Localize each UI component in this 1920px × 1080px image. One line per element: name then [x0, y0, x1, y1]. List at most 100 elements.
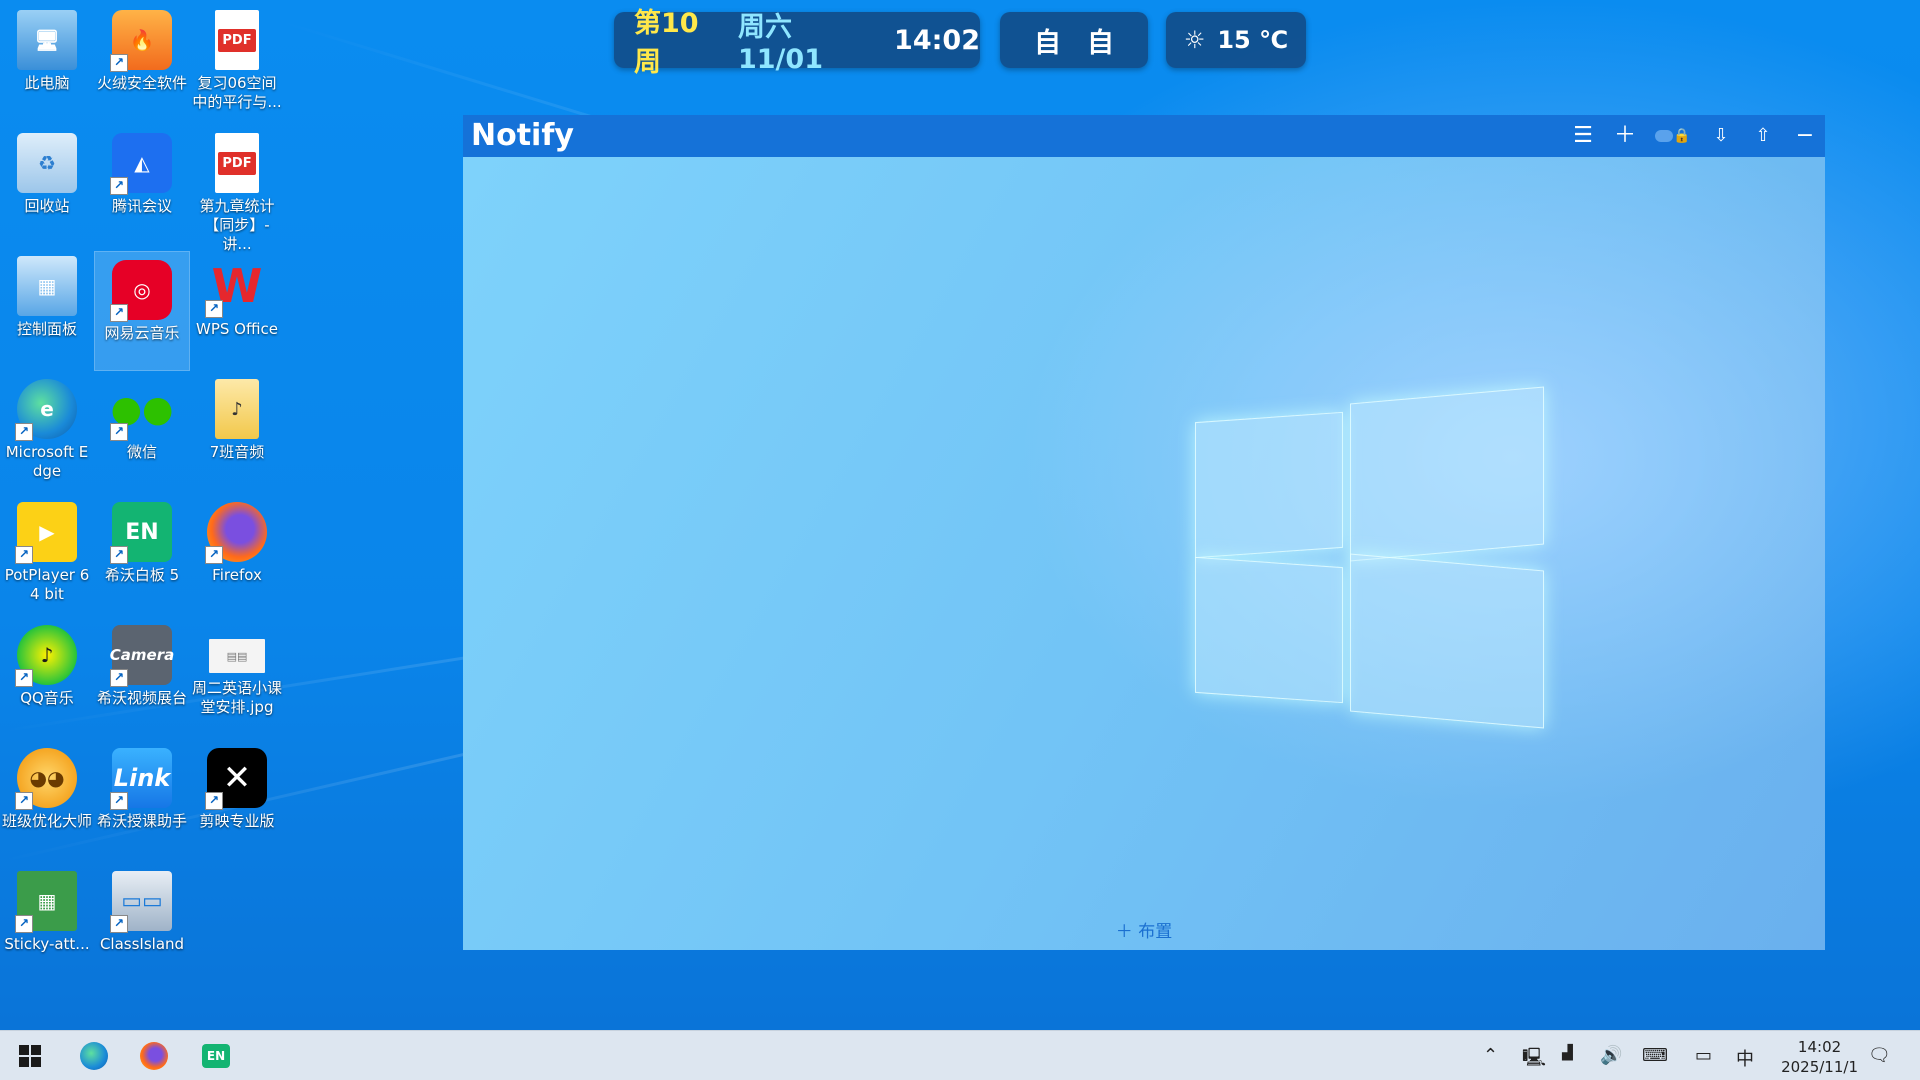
export-icon[interactable]: ⇧ — [1749, 122, 1777, 150]
desktop-icon-classisland[interactable]: ▭▭ ↗ ClassIsland — [95, 863, 189, 981]
desktop-icon-label: 回收站 — [24, 197, 70, 215]
taskbar-firefox[interactable] — [134, 1038, 174, 1074]
desktop-icon-label: QQ音乐 — [20, 689, 74, 707]
edge-icon: e ↗ — [15, 379, 77, 441]
folder-icon: ♪ — [215, 379, 259, 439]
start-button[interactable] — [10, 1038, 50, 1074]
add-icon[interactable]: ＋ — [1611, 122, 1639, 150]
desktop-icon-netease-music[interactable]: ◎ ↗ 网易云音乐 — [94, 251, 190, 371]
touch-keyboard-icon[interactable]: ▭ — [1695, 1045, 1712, 1066]
desktop-icon-label: Microsoft Edge — [5, 443, 89, 480]
menu-icon[interactable]: ☰ — [1569, 122, 1597, 150]
weather-widget: ☼ 15 ℃ — [1166, 12, 1306, 68]
chevron-up-icon[interactable]: ⌃ — [1483, 1045, 1498, 1066]
desktop-icon-seewo-whiteboard[interactable]: EN ↗ 希沃白板 5 — [95, 494, 189, 612]
desktop-icon-tencent-meeting[interactable]: ◭ ↗ 腾讯会议 — [95, 125, 189, 243]
desktop-icon-label: 此电脑 — [24, 74, 70, 92]
firefox-icon: ↗ — [205, 502, 267, 564]
desktop-icon-this-pc[interactable]: 🖥 此电脑 — [0, 2, 94, 120]
windows-logo-pane — [1350, 386, 1544, 562]
computer-icon: 🖥 — [17, 10, 77, 70]
huorong-icon: 🔥 ↗ — [110, 10, 172, 72]
sticky-icon: ▦ ↗ — [15, 871, 77, 933]
desktop-icon-control-panel[interactable]: ▦ 控制面板 — [0, 248, 94, 366]
wps-icon: W ↗ — [205, 256, 267, 318]
taskbar-edge[interactable] — [74, 1038, 114, 1074]
windows-logo-pane — [1195, 411, 1343, 559]
desktop-icon-pdf-chapter9[interactable]: PDF 第九章统计【同步】-讲... — [190, 125, 284, 253]
desktop-icon-label: ClassIsland — [99, 935, 185, 953]
taskbar-clock[interactable]: 14:02 2025/11/1 — [1781, 1037, 1858, 1077]
qq-music-icon: ♪ ↗ — [15, 625, 77, 687]
desktop-icon-label: Sticky-att... — [4, 935, 90, 953]
keyboard-icon[interactable]: ⌨ — [1642, 1045, 1668, 1066]
desktop-icon-wechat[interactable]: ●● ↗ 微信 — [95, 371, 189, 489]
desktop-icon-label: 第九章统计【同步】-讲... — [199, 197, 275, 253]
desktop-icon-capcut[interactable]: ✕ ↗ 剪映专业版 — [190, 740, 284, 858]
seewo-whiteboard-icon: EN — [202, 1044, 230, 1068]
desktop-icon-pdf-review06[interactable]: PDF 复习06空间中的平行与... — [190, 2, 284, 120]
network-icon[interactable]: 🖳 — [1522, 1045, 1546, 1075]
desktop-icon-label: 微信 — [126, 443, 157, 461]
classisland-icon: ▭▭ ↗ — [110, 871, 172, 933]
notify-title: Notify — [471, 118, 574, 153]
desktop-icon-seewo-link[interactable]: Link ↗ 希沃授课助手 — [95, 740, 189, 858]
recycle-bin-icon: ♻ — [17, 133, 77, 193]
schedule-widget: 自 自 — [1000, 12, 1148, 68]
desktop-icon-label: 复习06空间中的平行与... — [192, 74, 282, 111]
desktop-icon-label: PotPlayer 64 bit — [4, 566, 90, 603]
seewo-whiteboard-icon: EN ↗ — [110, 502, 172, 564]
app-tray-icon[interactable]: ▟ — [1562, 1045, 1573, 1061]
desktop-icon-label: 火绒安全软件 — [97, 74, 188, 92]
desktop-icon-huorong[interactable]: 🔥 ↗ 火绒安全软件 — [95, 2, 189, 120]
desktop-icon-label: 班级优化大师 — [2, 812, 93, 830]
desktop-icon-label: 7班音频 — [209, 443, 265, 461]
current-subject-label: 自 — [1034, 27, 1061, 59]
desktop-icon-label: 剪映专业版 — [199, 812, 275, 830]
next-subject-label: 自 — [1087, 27, 1114, 59]
desktop-icon-label: 周二英语小课堂安排.jpg — [192, 679, 283, 716]
desktop-icon-recycle-bin[interactable]: ♻ 回收站 — [0, 125, 94, 243]
desktop-icon-seewo-camera[interactable]: Camera ↗ 希沃视频展台 — [95, 617, 189, 735]
desktop-icon-label: 希沃授课助手 — [97, 812, 188, 830]
clock-date: 2025/11/1 — [1781, 1058, 1858, 1076]
taskbar: EN ⌃ 🖳 ▟ 🔊 ⌨ ▭ 中 14:02 2025/11/1 🗨 — [0, 1030, 1920, 1080]
potplayer-icon: ▶ ↗ — [15, 502, 77, 564]
desktop-icon-edge[interactable]: e ↗ Microsoft Edge — [0, 371, 94, 489]
minimize-icon[interactable]: − — [1791, 122, 1819, 150]
desktop-icon-sticky[interactable]: ▦ ↗ Sticky-att... — [0, 863, 94, 981]
desktop-icon-label: WPS Office — [196, 320, 278, 338]
start-icon — [19, 1045, 41, 1067]
import-icon[interactable]: ⇩ — [1707, 122, 1735, 150]
desktop-icon-firefox[interactable]: ↗ Firefox — [190, 494, 284, 612]
tencent-meeting-icon: ◭ ↗ — [110, 133, 172, 195]
taskbar-seewo-whiteboard[interactable]: EN — [196, 1038, 236, 1074]
camera-icon: Camera ↗ — [110, 625, 174, 687]
volume-icon[interactable]: 🔊 — [1600, 1045, 1622, 1066]
notify-titlebar[interactable]: Notify ☰ ＋ 🔒 ⇩ ⇧ − — [463, 115, 1825, 157]
lock-toggle-icon[interactable]: 🔒 — [1653, 122, 1693, 150]
desktop-icon-qq-music[interactable]: ♪ ↗ QQ音乐 — [0, 617, 94, 735]
windows-logo-pane — [1195, 556, 1343, 704]
desktop-icon-potplayer[interactable]: ▶ ↗ PotPlayer 64 bit — [0, 494, 94, 612]
notify-canvas[interactable]: ＋ 布置 — [463, 157, 1825, 950]
desktop-icon-class-master[interactable]: ◕◕ ↗ 班级优化大师 — [0, 740, 94, 858]
sun-icon: ☼ — [1183, 26, 1206, 54]
ime-indicator[interactable]: 中 — [1736, 1045, 1754, 1071]
pdf-icon: PDF — [215, 10, 259, 70]
desktop-icon-label: 希沃白板 5 — [104, 566, 180, 584]
desktop-icon-english-jpg[interactable]: ▤▤ 周二英语小课堂安排.jpg — [190, 617, 284, 735]
date-label: 周六 11/01 — [737, 12, 823, 75]
desktop-icon-label: Firefox — [212, 566, 262, 584]
date-time-widget: 第10周 周六 11/01 14:02 — [614, 8, 980, 78]
edge-icon — [80, 1042, 108, 1070]
control-panel-icon: ▦ — [17, 256, 77, 316]
desktop-icon-wps[interactable]: W ↗ WPS Office — [190, 248, 284, 366]
desktop-icon-folder-audio[interactable]: ♪ 7班音频 — [190, 371, 284, 489]
notify-window: Notify ☰ ＋ 🔒 ⇩ ⇧ − ＋ 布置 — [463, 115, 1825, 950]
wechat-icon: ●● ↗ — [110, 379, 173, 441]
add-layout-button[interactable]: ＋ 布置 — [463, 917, 1825, 942]
notification-center-icon[interactable]: 🗨 — [1868, 1045, 1891, 1066]
desktop-icon-label: 控制面板 — [16, 320, 77, 338]
clock-time: 14:02 — [1797, 1038, 1842, 1056]
